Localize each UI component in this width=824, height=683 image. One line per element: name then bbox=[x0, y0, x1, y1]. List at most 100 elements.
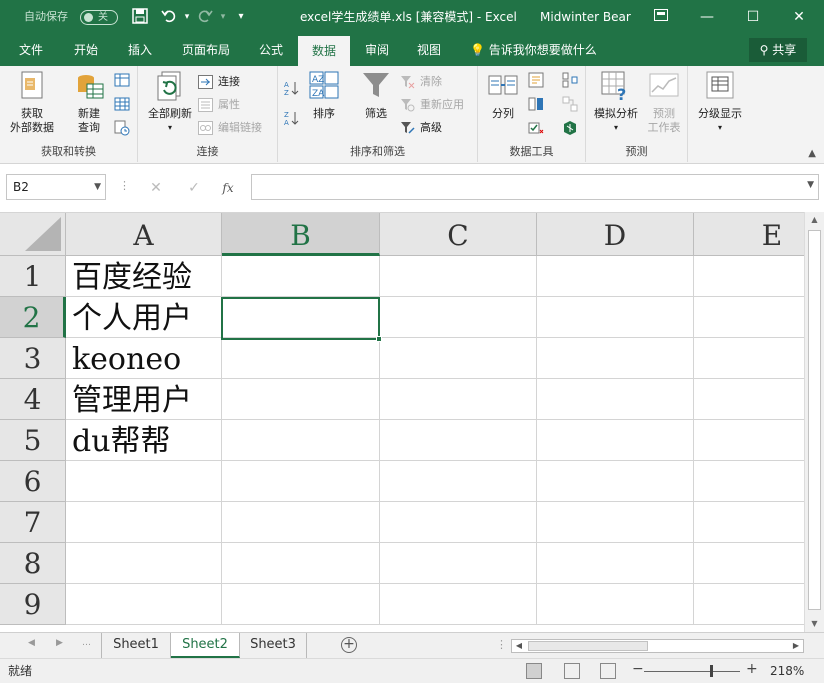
forecast-sheet-button[interactable]: 预测 工作表 bbox=[644, 70, 684, 135]
confirm-entry-icon[interactable]: ✓ bbox=[184, 178, 204, 198]
user-name[interactable]: Midwinter Bear bbox=[540, 0, 631, 34]
formula-input[interactable]: ▼ bbox=[251, 174, 819, 200]
scroll-down-icon[interactable]: ▼ bbox=[805, 616, 824, 632]
tab-page-layout[interactable]: 页面布局 bbox=[170, 34, 242, 66]
cell-a1[interactable]: 百度经验 bbox=[66, 256, 222, 297]
vertical-scroll-thumb[interactable] bbox=[808, 230, 821, 610]
tab-home[interactable]: 开始 bbox=[62, 34, 110, 66]
column-header-d[interactable]: D bbox=[537, 213, 694, 256]
tab-review[interactable]: 审阅 bbox=[354, 34, 400, 66]
data-validation-icon[interactable] bbox=[528, 120, 544, 136]
cell-d5[interactable] bbox=[537, 420, 694, 461]
cancel-entry-icon[interactable]: ✕ bbox=[146, 178, 166, 198]
connections-button[interactable]: 连接 bbox=[198, 72, 240, 92]
cell-d9[interactable] bbox=[537, 584, 694, 625]
consolidate-icon[interactable] bbox=[562, 72, 578, 88]
refresh-dropdown-icon[interactable]: ▾ bbox=[142, 121, 198, 135]
cell-d4[interactable] bbox=[537, 379, 694, 420]
sheet-tab-3[interactable]: Sheet3 bbox=[240, 633, 307, 658]
normal-view-icon[interactable] bbox=[526, 663, 542, 679]
remove-duplicates-icon[interactable] bbox=[528, 96, 544, 112]
sheet-tabs-more-icon[interactable]: … bbox=[82, 638, 91, 648]
cell-e1[interactable] bbox=[694, 256, 804, 297]
row-header-5[interactable]: 5 bbox=[0, 420, 66, 461]
cell-c3[interactable] bbox=[380, 338, 537, 379]
tell-me-search[interactable]: 💡 告诉我你想要做什么 bbox=[470, 34, 597, 66]
cell-b7[interactable] bbox=[222, 502, 380, 543]
cell-b8[interactable] bbox=[222, 543, 380, 584]
column-header-b[interactable]: B bbox=[222, 213, 380, 256]
cell-b5[interactable] bbox=[222, 420, 380, 461]
page-break-view-icon[interactable] bbox=[600, 663, 616, 679]
save-icon[interactable] bbox=[131, 8, 149, 26]
tab-view[interactable]: 视图 bbox=[406, 34, 452, 66]
cell-c8[interactable] bbox=[380, 543, 537, 584]
edit-links-button[interactable]: 编辑链接 bbox=[198, 118, 262, 138]
recent-sources-icon[interactable] bbox=[114, 120, 130, 136]
row-header-7[interactable]: 7 bbox=[0, 502, 66, 543]
close-icon[interactable]: ✕ bbox=[776, 0, 822, 34]
what-if-dropdown-icon[interactable]: ▾ bbox=[590, 121, 642, 135]
relationships-icon[interactable] bbox=[562, 96, 578, 112]
cell-d6[interactable] bbox=[537, 461, 694, 502]
cell-d8[interactable] bbox=[537, 543, 694, 584]
from-table-icon[interactable] bbox=[114, 96, 130, 112]
undo-dropdown-icon[interactable]: ▾ bbox=[178, 8, 196, 26]
flash-fill-icon[interactable] bbox=[528, 72, 544, 88]
cell-d1[interactable] bbox=[537, 256, 694, 297]
new-query-button[interactable]: 新建 查询 bbox=[66, 70, 112, 135]
row-header-4[interactable]: 4 bbox=[0, 379, 66, 420]
cell-e2[interactable] bbox=[694, 297, 804, 338]
tab-data[interactable]: 数据 bbox=[298, 36, 350, 66]
zoom-percentage[interactable]: 218% bbox=[770, 659, 804, 683]
refresh-all-button[interactable]: 全部刷新 ▾ bbox=[142, 70, 198, 135]
scroll-right-icon[interactable]: ▶ bbox=[789, 640, 803, 652]
cell-b3[interactable] bbox=[222, 338, 380, 379]
sheet-tab-2[interactable]: Sheet2 bbox=[171, 633, 240, 658]
new-sheet-icon[interactable]: + bbox=[341, 637, 357, 653]
cell-e6[interactable] bbox=[694, 461, 804, 502]
undo-icon[interactable] bbox=[160, 8, 178, 26]
row-header-6[interactable]: 6 bbox=[0, 461, 66, 502]
cell-e5[interactable] bbox=[694, 420, 804, 461]
name-box[interactable]: B2 ▼ bbox=[6, 174, 106, 200]
cell-a7[interactable] bbox=[66, 502, 222, 543]
column-header-e[interactable]: E bbox=[694, 213, 804, 256]
column-header-c[interactable]: C bbox=[380, 213, 537, 256]
cell-c2[interactable] bbox=[380, 297, 537, 338]
cell-a3[interactable]: keoneo bbox=[66, 338, 222, 379]
row-header-9[interactable]: 9 bbox=[0, 584, 66, 625]
name-box-dropdown-icon[interactable]: ▼ bbox=[94, 175, 101, 199]
filter-button[interactable]: 筛选 bbox=[358, 70, 394, 121]
horizontal-scroll-thumb[interactable] bbox=[528, 641, 648, 651]
cell-a8[interactable] bbox=[66, 543, 222, 584]
zoom-slider[interactable] bbox=[644, 671, 740, 672]
cell-a9[interactable] bbox=[66, 584, 222, 625]
manage-data-model-icon[interactable] bbox=[562, 120, 578, 136]
row-header-2[interactable]: 2 bbox=[0, 297, 66, 338]
prev-sheet-icon[interactable]: ◀ bbox=[28, 638, 35, 648]
sort-ascending-icon[interactable]: AZ bbox=[284, 80, 300, 96]
collapse-ribbon-icon[interactable]: ▲ bbox=[808, 148, 816, 159]
ribbon-display-options-icon[interactable] bbox=[638, 0, 684, 34]
cell-a6[interactable] bbox=[66, 461, 222, 502]
cell-d3[interactable] bbox=[537, 338, 694, 379]
column-header-a[interactable]: A bbox=[66, 213, 222, 256]
cell-a5[interactable]: du帮帮 bbox=[66, 420, 222, 461]
row-header-1[interactable]: 1 bbox=[0, 256, 66, 297]
get-external-data-button[interactable]: 获取 外部数据 bbox=[4, 70, 60, 135]
select-all-corner[interactable] bbox=[0, 213, 66, 256]
outline-button[interactable]: 分级显示 ▾ bbox=[692, 70, 748, 135]
show-queries-icon[interactable] bbox=[114, 72, 130, 88]
cell-d7[interactable] bbox=[537, 502, 694, 543]
cell-e4[interactable] bbox=[694, 379, 804, 420]
zoom-slider-knob[interactable] bbox=[710, 665, 713, 677]
cell-b1[interactable] bbox=[222, 256, 380, 297]
properties-button[interactable]: 属性 bbox=[198, 95, 240, 115]
cell-c7[interactable] bbox=[380, 502, 537, 543]
cell-c5[interactable] bbox=[380, 420, 537, 461]
cell-c6[interactable] bbox=[380, 461, 537, 502]
cell-e3[interactable] bbox=[694, 338, 804, 379]
cell-e9[interactable] bbox=[694, 584, 804, 625]
insert-function-icon[interactable]: fx bbox=[218, 178, 238, 198]
